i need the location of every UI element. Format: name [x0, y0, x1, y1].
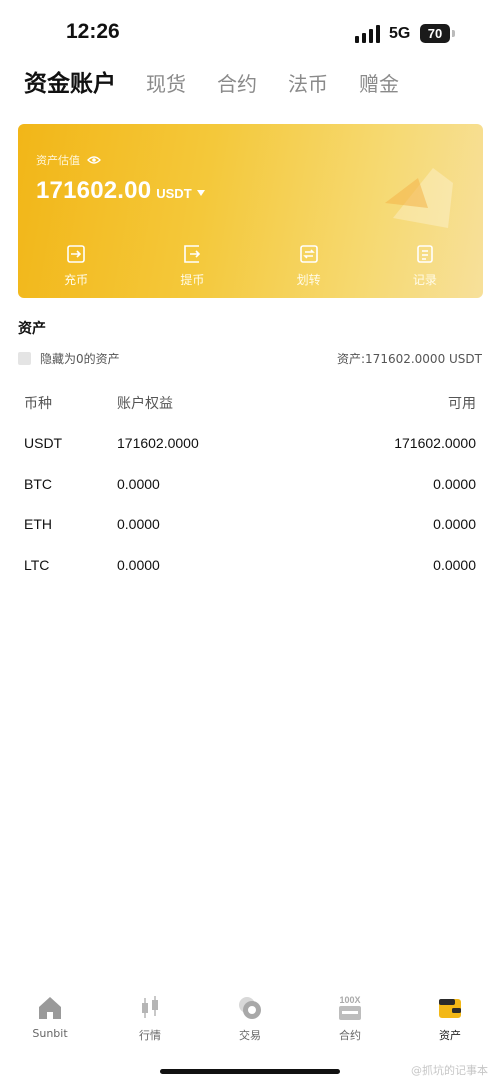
coin-name: LTC: [24, 556, 50, 573]
coin-name: USDT: [24, 435, 63, 452]
balance-unit[interactable]: USDT: [156, 186, 191, 201]
deposit-label: 充币: [64, 273, 89, 287]
status-bar: 12:26 5G 70: [0, 0, 500, 68]
record-icon: [417, 245, 433, 263]
bottom-nav: Sunbit 行情 交易 100X 合约 资产: [0, 994, 500, 1054]
deposit-icon: [67, 245, 85, 263]
column-available: 可用: [448, 395, 476, 412]
table-row[interactable]: LTC 0.0000 0.0000: [24, 545, 476, 586]
coin-equity: 0.0000: [117, 516, 160, 533]
column-equity: 账户权益: [117, 395, 173, 412]
coin-name: BTC: [24, 475, 52, 492]
tab-fiat[interactable]: 法币: [288, 66, 328, 102]
hide-zero-toggle[interactable]: 隐藏为0的资产: [18, 350, 120, 367]
home-icon: [39, 997, 61, 1019]
withdraw-icon: [184, 245, 201, 263]
withdraw-button[interactable]: 提币: [134, 244, 250, 288]
nav-contract[interactable]: 100X 合约: [300, 994, 400, 1054]
tab-contract[interactable]: 合约: [217, 66, 257, 102]
wallet-icon: [439, 999, 461, 1018]
nav-market[interactable]: 行情: [100, 994, 200, 1054]
contract-badge: 100X: [339, 995, 360, 1005]
hide-zero-checkbox[interactable]: [18, 352, 31, 365]
transfer-label: 划转: [296, 273, 321, 287]
network-type: 5G: [389, 25, 411, 42]
column-coin: 币种: [24, 395, 52, 412]
nav-trade[interactable]: 交易: [200, 994, 300, 1054]
tab-bonus[interactable]: 赠金: [359, 66, 399, 102]
deposit-button[interactable]: 充币: [18, 244, 134, 288]
hide-zero-label: 隐藏为0的资产: [40, 352, 120, 366]
card-actions: 充币 提币 划转 记录: [18, 244, 483, 288]
estimate-label: 资产估值: [36, 154, 80, 167]
trade-icon: [239, 997, 261, 1019]
record-label: 记录: [412, 273, 437, 287]
account-tabs: 资金账户 现货 合约 法币 赠金: [24, 62, 430, 102]
nav-trade-label: 交易: [239, 1029, 261, 1042]
status-time: 12:26: [66, 20, 120, 43]
eye-icon[interactable]: [87, 155, 101, 165]
battery-icon: 70: [420, 24, 450, 43]
watermark: @抓坑的记事本: [411, 1064, 488, 1077]
balance-value: 171602.00: [36, 177, 152, 204]
coin-available: 0.0000: [433, 475, 476, 492]
coin-name: ETH: [24, 516, 52, 533]
coin-available: 0.0000: [433, 516, 476, 533]
withdraw-label: 提币: [180, 273, 205, 287]
assets-table: 币种 账户权益 可用 USDT 171602.0000 171602.0000 …: [24, 386, 476, 585]
table-row[interactable]: USDT 171602.0000 171602.0000: [24, 423, 476, 464]
coin-equity: 171602.0000: [117, 435, 199, 452]
transfer-icon: [299, 245, 318, 263]
balance-card: 资产估值 171602.00 USDT 充币 提币 划转 记录: [18, 124, 483, 298]
estimate-label-row: 资产估值: [36, 152, 101, 168]
nav-assets-label: 资产: [439, 1029, 461, 1042]
tab-funding-account[interactable]: 资金账户: [24, 66, 116, 102]
coin-available: 171602.0000: [394, 435, 476, 452]
signal-icon: [355, 25, 380, 43]
coin-equity: 0.0000: [117, 556, 160, 573]
transfer-button[interactable]: 划转: [251, 244, 367, 288]
nav-market-label: 行情: [139, 1029, 161, 1042]
coin-equity: 0.0000: [117, 475, 160, 492]
assets-title: 资产: [18, 321, 46, 337]
balance-row: 171602.00 USDT: [36, 177, 205, 205]
nav-assets[interactable]: 资产: [400, 994, 500, 1054]
card-decoration-icon: [385, 168, 453, 228]
nav-home[interactable]: Sunbit: [0, 994, 100, 1054]
coin-available: 0.0000: [433, 556, 476, 573]
table-row[interactable]: BTC 0.0000 0.0000: [24, 464, 476, 505]
assets-total: 资产:171602.0000 USDT: [337, 352, 482, 366]
tab-spot[interactable]: 现货: [146, 66, 186, 102]
contract-100x-icon: 100X: [339, 995, 361, 1020]
caret-down-icon[interactable]: [196, 190, 205, 196]
battery-tip: [452, 30, 455, 37]
table-header: 币种 账户权益 可用: [24, 386, 476, 419]
nav-contract-label: 合约: [339, 1029, 361, 1042]
record-button[interactable]: 记录: [367, 244, 483, 288]
home-indicator: [160, 1069, 340, 1074]
candlestick-icon: [142, 996, 158, 1018]
table-row[interactable]: ETH 0.0000 0.0000: [24, 504, 476, 545]
nav-home-label: Sunbit: [32, 1027, 68, 1040]
